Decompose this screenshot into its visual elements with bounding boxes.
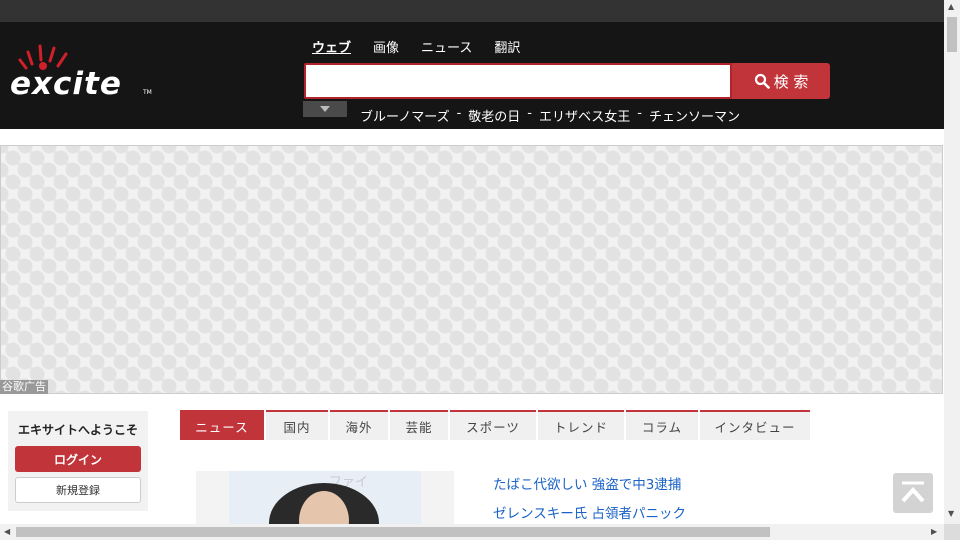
tab-trend[interactable]: トレンド [538,410,624,440]
scrollbar-corner [944,524,960,540]
welcome-title: エキサイトへようこそ [17,423,138,437]
search-button[interactable]: 検 索 [732,63,830,99]
login-button[interactable]: ログイン [15,446,141,472]
trending-link[interactable]: チェンソーマン [649,106,740,125]
tab-news[interactable]: ニュース [421,37,472,56]
excite-logo[interactable]: excite TM [10,28,152,103]
vertical-scroll-thumb[interactable] [947,17,957,52]
tab-sports[interactable]: スポーツ [450,410,536,440]
headline-link[interactable]: ゼレンスキー氏 占領者パニック [493,502,686,522]
tab-interview[interactable]: インタビュー [700,410,810,440]
horizontal-scroll-thumb[interactable] [16,527,770,537]
headline-link[interactable]: たばこ代欲しい 強盗で中3逮捕 [493,473,681,493]
search-options-toggle[interactable] [303,101,347,117]
thumbnail-image: ファイ [229,471,421,531]
tab-news-top[interactable]: ニュース [180,410,264,440]
tab-entertainment[interactable]: 芸能 [390,410,448,440]
trending-separator: - [637,106,642,121]
tab-international[interactable]: 海外 [330,410,388,440]
tab-translate[interactable]: 翻訳 [494,37,520,56]
scroll-to-top-button[interactable] [893,473,933,513]
tab-domestic[interactable]: 国内 [266,410,328,440]
search-button-label: 検 索 [773,72,809,91]
caret-down-icon [320,106,330,112]
tab-column[interactable]: コラム [626,410,698,440]
news-thumbnail[interactable]: ファイ [196,471,454,531]
search-box [304,63,732,99]
top-bar [0,0,944,22]
tab-images[interactable]: 画像 [373,37,399,56]
scroll-down-arrow-icon[interactable]: ▼ [948,509,954,518]
scroll-right-arrow-icon[interactable]: ▶ [931,527,937,536]
register-button[interactable]: 新規登録 [15,477,141,503]
trending-link[interactable]: 敬老の日 [468,106,520,125]
horizontal-scrollbar[interactable]: ◀ ▶ [0,524,944,540]
trending-separator: - [527,106,532,121]
welcome-box: エキサイトへようこそ ログイン 新規登録 [8,411,148,511]
trending-link[interactable]: エリザベス女王 [539,106,630,125]
tab-web[interactable]: ウェブ [312,37,351,56]
vertical-scrollbar[interactable]: ▲ ▼ [944,0,960,524]
arrow-up-icon [901,481,925,503]
trending-separator: - [456,106,462,121]
search-icon [754,73,770,89]
ad-banner[interactable] [0,145,943,394]
search-input[interactable] [306,65,730,97]
trending-link[interactable]: ブルーノマーズ [360,106,450,125]
ad-label: 谷歌广告 [0,380,48,394]
search-type-tabs: ウェブ 画像 ニュース 翻訳 [312,37,520,56]
logo-trademark: TM [143,89,152,96]
news-category-tabs: ニュース 国内 海外 芸能 スポーツ トレンド コラム インタビュー [180,410,810,440]
logo-text: excite [10,66,122,102]
scroll-left-arrow-icon[interactable]: ◀ [4,527,10,536]
scroll-up-arrow-icon[interactable]: ▲ [948,2,954,11]
trending-keywords: ブルーノマーズ - 敬老の日 - エリザベス女王 - チェンソーマン [360,106,740,125]
